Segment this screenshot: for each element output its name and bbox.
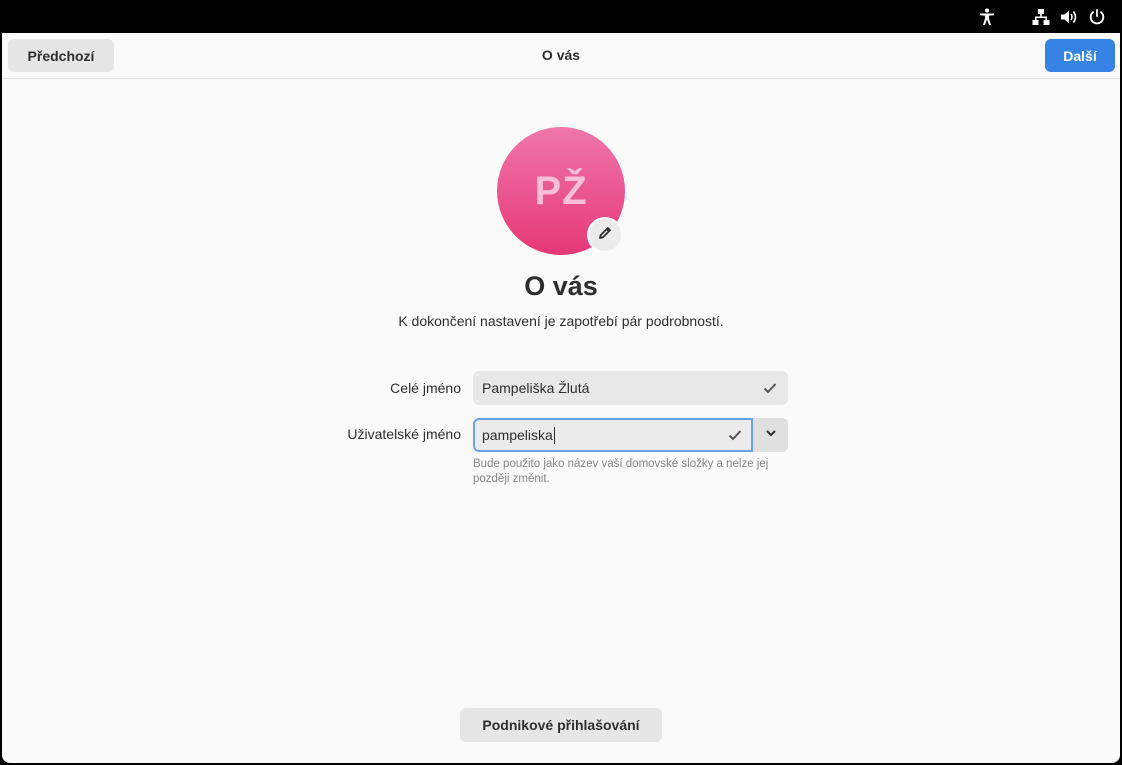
- username-suggestions-button[interactable]: [753, 418, 788, 452]
- check-icon: [727, 427, 743, 443]
- username-label: Uživatelské jméno: [347, 426, 461, 442]
- enterprise-login-button[interactable]: Podnikové přihlašování: [460, 708, 662, 742]
- system-top-bar: [0, 0, 1122, 33]
- pencil-icon: [597, 225, 613, 246]
- username-hint: Bude použito jako název vaší domovské sl…: [473, 458, 769, 485]
- avatar-initials: PŽ: [534, 168, 588, 213]
- username-value: pampeliska: [482, 427, 553, 443]
- setup-window: Předchozí O vás Další PŽ O vás K dokonče…: [2, 33, 1120, 763]
- full-name-value: Pampeliška Žlutá: [482, 380, 590, 396]
- chevron-down-icon: [764, 426, 778, 445]
- network-wired-icon[interactable]: [1031, 7, 1051, 27]
- header-bar: Předchozí O vás Další: [2, 33, 1120, 79]
- username-field[interactable]: pampeliska: [473, 418, 753, 452]
- next-button[interactable]: Další: [1045, 39, 1115, 72]
- full-name-label: Celé jméno: [390, 380, 461, 396]
- page-title: O vás: [524, 271, 598, 301]
- accessibility-icon[interactable]: [977, 7, 997, 27]
- power-icon[interactable]: [1087, 7, 1107, 27]
- volume-icon[interactable]: [1059, 7, 1079, 27]
- avatar-edit-button[interactable]: [587, 217, 623, 253]
- text-cursor: [553, 426, 555, 444]
- full-name-field[interactable]: Pampeliška Žlutá: [473, 371, 788, 405]
- page-subtitle: K dokončení nastavení je zapotřebí pár p…: [398, 313, 724, 329]
- header-title: O vás: [541, 47, 581, 63]
- check-icon: [762, 380, 778, 396]
